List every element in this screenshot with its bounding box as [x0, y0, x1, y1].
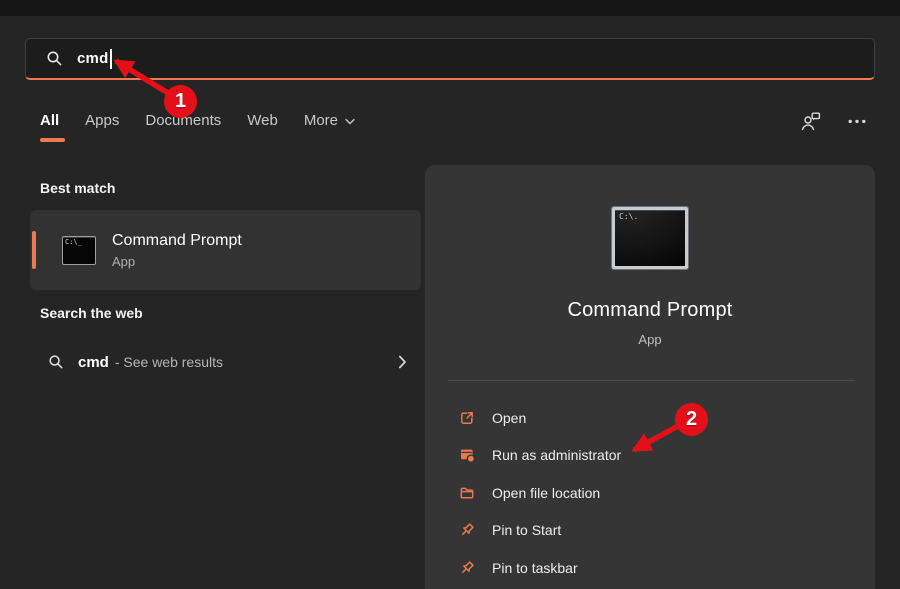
- best-match-result-command-prompt[interactable]: C:\_ Command Prompt App: [30, 210, 421, 290]
- web-result-row[interactable]: cmd - See web results: [30, 344, 421, 380]
- see-web-results-text: - See web results: [115, 354, 223, 370]
- folder-icon: [457, 483, 477, 503]
- action-run-as-administrator[interactable]: Run as administrator: [425, 437, 875, 475]
- action-pin-to-start[interactable]: Pin to Start: [425, 512, 875, 550]
- tab-apps[interactable]: Apps: [85, 112, 119, 133]
- action-pin-to-taskbar[interactable]: Pin to taskbar: [425, 549, 875, 587]
- search-icon: [48, 354, 64, 370]
- pin-icon: [457, 520, 477, 540]
- open-icon: [457, 408, 477, 428]
- text-cursor: [110, 49, 112, 69]
- windows-search-flyout: cmd All Apps Documents Web More Best mat…: [0, 0, 900, 589]
- pin-icon: [457, 558, 477, 578]
- action-label: Pin to Start: [492, 522, 561, 538]
- search-filter-tabs: All Apps Documents Web More: [40, 112, 355, 133]
- selection-accent-bar: [32, 231, 36, 269]
- window-top-edge: [0, 0, 900, 16]
- run-as-administrator-icon: [457, 445, 477, 465]
- preview-subtitle: App: [425, 332, 875, 347]
- more-options-icon[interactable]: [844, 108, 870, 134]
- action-label: Pin to taskbar: [492, 560, 578, 576]
- action-label: Run as administrator: [492, 447, 621, 463]
- action-open[interactable]: Open: [425, 399, 875, 437]
- search-query-text: cmd: [77, 50, 108, 67]
- tab-web[interactable]: Web: [247, 112, 278, 133]
- action-label: Open: [492, 410, 526, 426]
- chevron-right-icon: [398, 355, 407, 369]
- action-label: Open file location: [492, 485, 600, 501]
- preview-panel: C:\. Command Prompt App Open: [425, 165, 875, 589]
- search-input[interactable]: cmd: [25, 38, 875, 80]
- account-feedback-icon[interactable]: [798, 108, 824, 134]
- search-icon: [46, 50, 63, 67]
- tab-documents[interactable]: Documents: [145, 112, 221, 133]
- context-actions-list: Open Run as administrator: [425, 399, 875, 587]
- result-title: Command Prompt: [112, 232, 242, 250]
- preview-title: Command Prompt: [425, 299, 875, 322]
- tab-all[interactable]: All: [40, 112, 59, 133]
- chevron-down-icon: [345, 112, 355, 129]
- command-prompt-icon: C:\_: [62, 236, 96, 265]
- web-query-text: cmd: [78, 354, 109, 371]
- command-prompt-large-icon: C:\.: [612, 207, 688, 269]
- search-web-heading: Search the web: [40, 305, 143, 321]
- search-header-actions: [798, 108, 870, 134]
- result-subtitle: App: [112, 254, 242, 269]
- action-open-file-location[interactable]: Open file location: [425, 474, 875, 512]
- best-match-heading: Best match: [40, 180, 115, 196]
- tab-more[interactable]: More: [304, 112, 355, 133]
- divider: [448, 380, 855, 381]
